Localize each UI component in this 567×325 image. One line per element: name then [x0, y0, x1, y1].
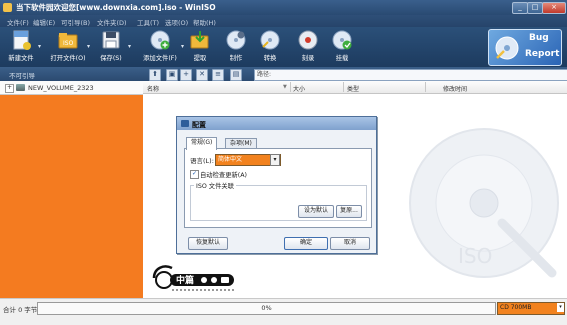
boot-status: 不可引导 — [9, 72, 35, 80]
column-header: 名称 ▼ 大小 类型 修改时间 — [143, 81, 567, 94]
add-icon[interactable]: + — [180, 69, 192, 81]
config-dialog: 配置 常规(G) 杂项(M) 语言(L): 简体中文 ▾ ✓ 自动检查更新(A)… — [176, 116, 377, 254]
open-file-button[interactable]: ISO 打开文件(O) — [48, 29, 88, 65]
bug-report-button[interactable]: Bug Report — [488, 29, 562, 66]
menu-options[interactable]: 选项(O) — [165, 17, 188, 27]
ok-button[interactable]: 确定 — [284, 237, 328, 250]
view-icon[interactable]: ▤ — [230, 69, 242, 81]
minimize-button[interactable]: _ — [512, 2, 528, 14]
convert-icon — [260, 30, 280, 50]
config-icon — [181, 120, 189, 127]
new-file-icon — [13, 30, 31, 50]
set-default-button[interactable]: 设为默认 — [298, 205, 334, 218]
add-file-dropdown[interactable]: ▾ — [181, 43, 184, 50]
watermark-text: ISO — [458, 244, 492, 268]
folder-tree-panel: + NEW_VOLUME_2323 — [0, 81, 143, 298]
menu-edit[interactable]: 编辑(E) — [33, 17, 55, 27]
column-name[interactable]: 名称 — [147, 84, 159, 93]
toolbar: 新建文件 ▾ ISO 打开文件(O) ▾ 保存(S) ▾ 添加文件(F) ▾ 提… — [0, 27, 567, 67]
sort-indicator: ▼ — [283, 84, 287, 90]
menu-help[interactable]: 帮助(H) — [193, 17, 216, 27]
save-dropdown[interactable]: ▾ — [128, 43, 131, 50]
iso-disc-watermark: ISO — [409, 128, 559, 278]
add-file-icon — [150, 30, 170, 50]
column-modified[interactable]: 修改时间 — [443, 84, 467, 93]
save-button[interactable]: 保存(S) — [96, 29, 126, 65]
properties-icon[interactable]: ≡ — [212, 69, 224, 81]
bug-icon — [495, 36, 519, 60]
app-icon — [3, 3, 12, 12]
menu-file[interactable]: 文件(F) — [7, 17, 29, 27]
iso-association-label: ISO 文件关联 — [194, 181, 236, 190]
menu-tools[interactable]: 工具(T) — [137, 17, 159, 27]
drive-icon — [16, 84, 25, 91]
open-iso-icon: ISO — [58, 33, 78, 49]
new-file-button[interactable]: 新建文件 — [6, 29, 36, 65]
save-icon — [102, 31, 120, 49]
status-bar: 合计 0 字节 0% CD 700MB ▾ — [0, 298, 567, 325]
tree-root-label: NEW_VOLUME_2323 — [28, 84, 94, 92]
chevron-down-icon: ▾ — [557, 303, 564, 312]
menu-bootable[interactable]: 可引导(B) — [61, 17, 90, 27]
column-size[interactable]: 大小 — [293, 84, 305, 93]
column-type[interactable]: 类型 — [347, 84, 359, 93]
make-icon — [226, 30, 246, 50]
open-file-dropdown[interactable]: ▾ — [87, 43, 90, 50]
autocheck-checkbox[interactable]: ✓ — [190, 170, 199, 179]
tab-general[interactable]: 常规(G) — [186, 137, 218, 150]
close-button[interactable]: × — [542, 2, 566, 14]
chevron-down-icon[interactable]: ▾ — [270, 154, 280, 166]
dialog-title-bar: 配置 — [177, 117, 376, 130]
extract-button[interactable]: 提取 — [188, 29, 212, 65]
maximize-button[interactable]: □ — [527, 2, 543, 14]
folder-up-icon[interactable]: ⬆ — [149, 69, 161, 81]
general-tab-panel: 语言(L): 简体中文 ▾ ✓ 自动检查更新(A) ISO 文件关联 设为默认 … — [184, 148, 372, 228]
burn-icon — [298, 30, 318, 50]
cancel-button[interactable]: 取消 — [330, 237, 370, 250]
new-file-dropdown[interactable]: ▾ — [38, 43, 41, 50]
burn-button[interactable]: 刻录 — [296, 29, 320, 65]
svg-text:ISO: ISO — [63, 40, 74, 47]
title-bar: 当下软件园欢迎您[www.downxia.com].iso - WinISO _… — [0, 0, 567, 15]
tree-row-root[interactable]: + NEW_VOLUME_2323 — [0, 81, 143, 95]
dialog-title: 配置 — [192, 121, 206, 129]
total-size: 合计 0 字节 — [3, 306, 38, 314]
progress-bar: 0% — [37, 302, 496, 315]
new-folder-icon[interactable]: ▣ — [166, 69, 178, 81]
site-logo: 中篇 — [152, 265, 234, 291]
window-title: 当下软件园欢迎您[www.downxia.com].iso - WinISO — [16, 3, 216, 12]
mount-icon — [332, 30, 352, 50]
path-field[interactable]: 路径: — [254, 69, 567, 81]
restore-button[interactable]: 复原... — [336, 205, 362, 218]
add-file-button[interactable]: 添加文件(F) — [140, 29, 180, 65]
restore-default-button[interactable]: 恢复默认 — [188, 237, 228, 250]
convert-button[interactable]: 转换 — [258, 29, 282, 65]
mount-button[interactable]: 挂载 — [330, 29, 354, 65]
menu-folder[interactable]: 文件夹(D) — [97, 17, 127, 27]
menu-bar: 文件(F) 编辑(E) 可引导(B) 文件夹(D) 工具(T) 选项(O) 帮助… — [0, 15, 567, 27]
make-button[interactable]: 制作 — [224, 29, 248, 65]
language-label: 语言(L): — [190, 157, 214, 165]
media-size-select[interactable]: CD 700MB ▾ — [497, 302, 565, 315]
delete-icon[interactable]: ✕ — [196, 69, 208, 81]
tree-expander[interactable]: + — [5, 84, 14, 93]
extract-icon — [190, 31, 209, 49]
autocheck-label: 自动检查更新(A) — [200, 172, 248, 179]
logo-text: 中篇 — [176, 274, 194, 286]
secondary-toolbar: 不可引导 ⬆ ▣ + ✕ ≡ ▤ 路径: — [0, 67, 567, 81]
